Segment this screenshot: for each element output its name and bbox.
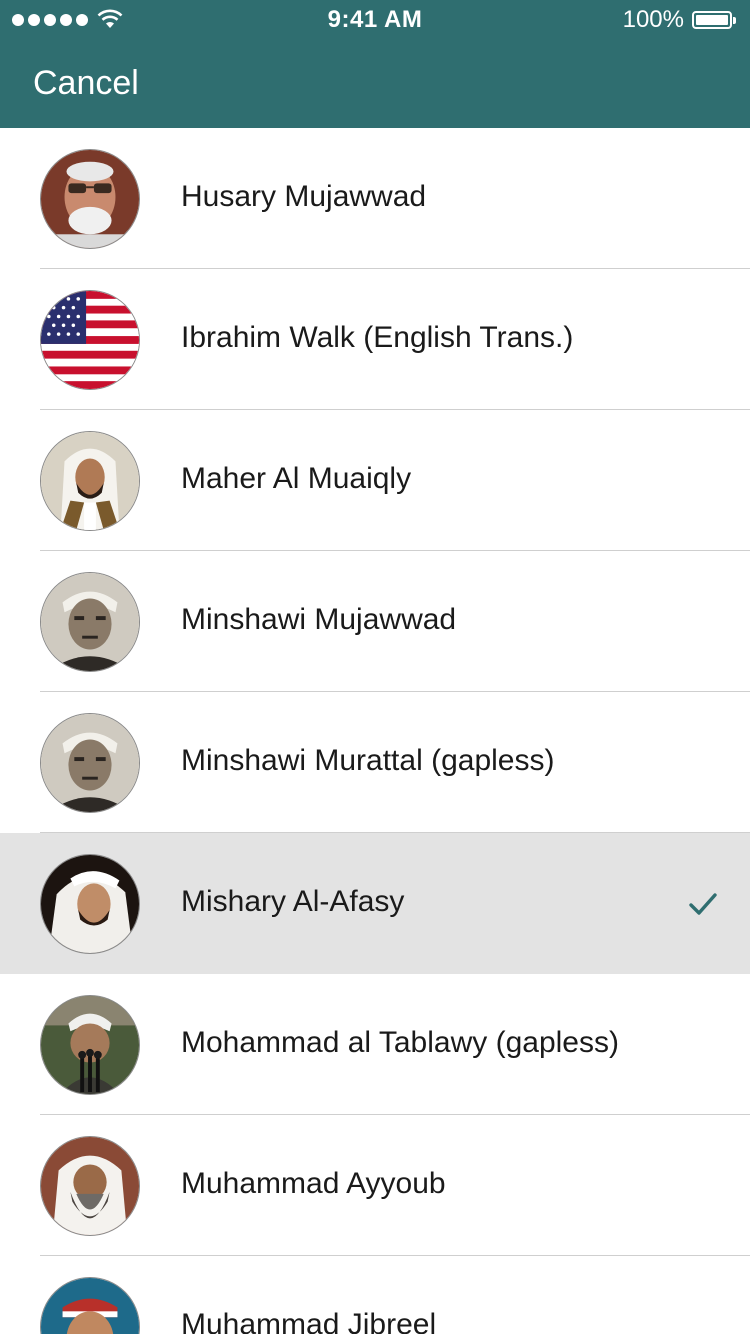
battery-percentage: 100% xyxy=(622,6,684,33)
reciter-row[interactable]: Mishary Al-Afasy xyxy=(0,833,750,974)
battery-icon xyxy=(692,11,738,31)
reciter-list: Husary Mujawwad Ibrahim Walk (English Tr… xyxy=(0,128,750,1334)
cancel-button[interactable]: Cancel xyxy=(33,64,139,103)
reciter-avatar xyxy=(40,290,140,390)
reciter-row[interactable]: Minshawi Mujawwad xyxy=(0,551,750,692)
reciter-name: Mishary Al-Afasy xyxy=(181,885,405,918)
reciter-name: Minshawi Murattal (gapless) xyxy=(181,744,555,777)
reciter-row[interactable]: Muhammad Jibreel xyxy=(0,1256,750,1334)
reciter-name: Husary Mujawwad xyxy=(181,180,427,213)
reciter-avatar xyxy=(40,1277,140,1334)
reciter-name: Minshawi Mujawwad xyxy=(181,603,457,636)
reciter-avatar xyxy=(40,995,140,1095)
reciter-row[interactable]: Ibrahim Walk (English Trans.) xyxy=(0,269,750,410)
status-bar: 9:41 AM 100% xyxy=(0,0,750,40)
reciter-row[interactable]: Mohammad al Tablawy (gapless) xyxy=(0,974,750,1115)
reciter-row[interactable]: Muhammad Ayyoub xyxy=(0,1115,750,1256)
reciter-name: Muhammad Ayyoub xyxy=(181,1167,446,1200)
reciter-avatar xyxy=(40,854,140,954)
reciter-row[interactable]: Maher Al Muaiqly xyxy=(0,410,750,551)
reciter-name: Muhammad Jibreel xyxy=(181,1308,437,1334)
reciter-name: Maher Al Muaiqly xyxy=(181,462,412,495)
reciter-row[interactable]: Husary Mujawwad xyxy=(0,128,750,269)
reciter-picker-screen: 9:41 AM 100% Cancel Husary Mujawwad Ibra… xyxy=(0,0,750,1334)
navigation-header: 9:41 AM 100% Cancel xyxy=(0,0,750,128)
reciter-avatar xyxy=(40,572,140,672)
reciter-name: Mohammad al Tablawy (gapless) xyxy=(181,1026,619,1059)
reciter-avatar xyxy=(40,713,140,813)
checkmark-icon xyxy=(689,893,717,915)
reciter-row[interactable]: Minshawi Murattal (gapless) xyxy=(0,692,750,833)
reciter-avatar xyxy=(40,1136,140,1236)
reciter-avatar xyxy=(40,149,140,249)
reciter-name: Ibrahim Walk (English Trans.) xyxy=(181,321,574,354)
reciter-avatar xyxy=(40,431,140,531)
